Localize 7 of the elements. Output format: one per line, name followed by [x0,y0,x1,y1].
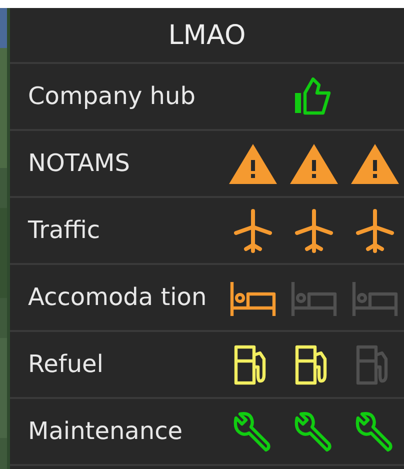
row-label: Maintenance [28,420,184,443]
row-label: Traffic [28,219,102,242]
row-label: NOTAMS [28,152,131,175]
row-label: Refuel [28,353,104,376]
row-label: Accomoda tion [28,286,208,309]
airport-title: LMAO [10,8,404,64]
row-label: Company hub [28,85,196,108]
